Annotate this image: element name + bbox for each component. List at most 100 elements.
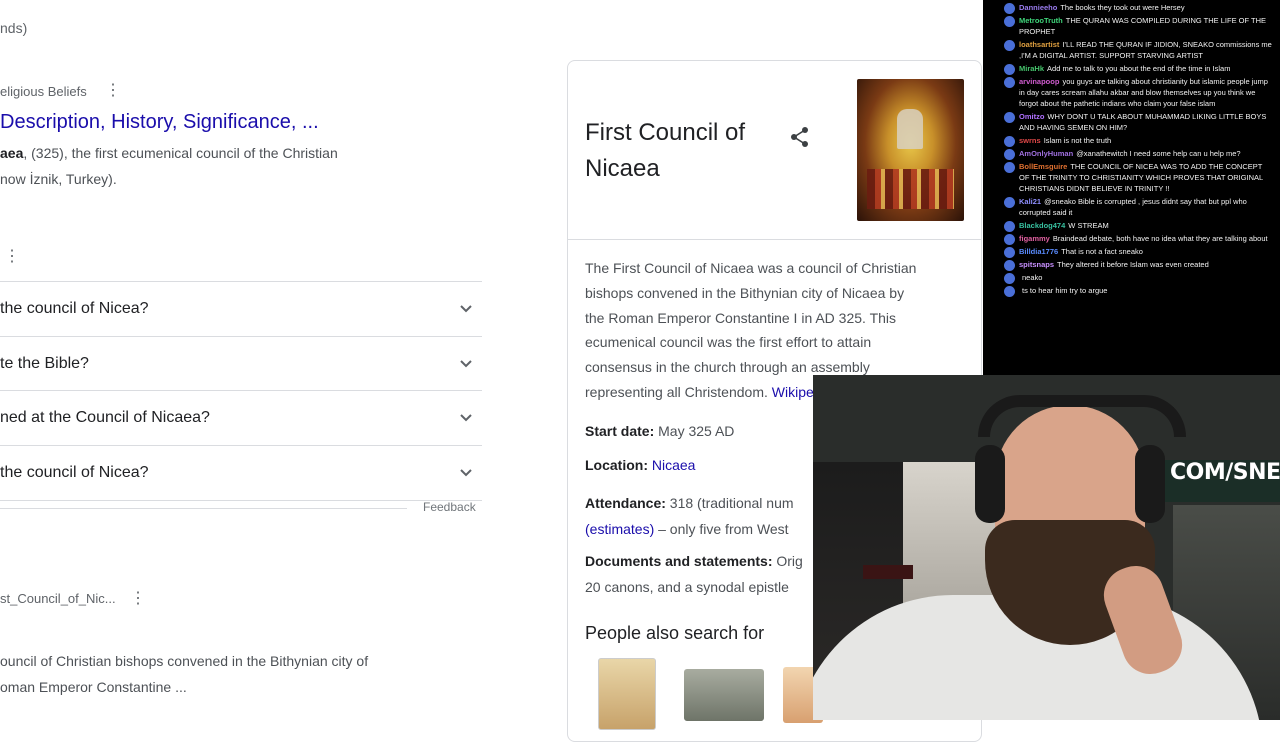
- paa-item[interactable]: the council of Nicea?: [0, 445, 482, 501]
- paa-item[interactable]: the council of Nicea?: [0, 281, 482, 336]
- share-icon[interactable]: [789, 126, 811, 148]
- chat-text: W STREAM: [1068, 221, 1109, 230]
- webcam-feed: COM/SNEAKO: [813, 375, 1280, 720]
- paa-item[interactable]: te the Bible?: [0, 336, 482, 391]
- result-source[interactable]: st_Council_of_Nic...: [0, 591, 116, 606]
- headphone-cup: [1135, 445, 1165, 523]
- fact-value: – only five from West: [658, 521, 789, 537]
- fact-start-date: Start date: May 325 AD: [585, 423, 734, 439]
- chat-username[interactable]: AmOnlyHuman: [1019, 149, 1073, 158]
- result-source[interactable]: eligious Beliefs: [0, 84, 87, 99]
- chat-text: Braindead debate, both have no idea what…: [1052, 234, 1268, 243]
- paa-question: te the Bible?: [0, 355, 89, 372]
- chat-username[interactable]: Blackdog474: [1019, 221, 1065, 230]
- chat-message-list: Dannieeho The books they took out were He…: [983, 0, 1280, 297]
- user-avatar-icon[interactable]: [1004, 3, 1015, 14]
- desc-line: the Roman Emperor Constantine I in AD 32…: [585, 309, 897, 326]
- chat-message: MetrooTruth THE QURAN WAS COMPILED DURING…: [983, 15, 1280, 37]
- fact-value: Orig: [776, 553, 803, 569]
- divider: [0, 508, 407, 509]
- chat-username[interactable]: loathsartist: [1019, 40, 1059, 49]
- user-avatar-icon[interactable]: [1004, 64, 1015, 75]
- chat-message: neako: [983, 272, 1280, 284]
- feedback-link[interactable]: Feedback: [423, 500, 476, 514]
- user-avatar-icon[interactable]: [1004, 149, 1015, 160]
- people-also-search-heading: People also search for: [585, 623, 765, 643]
- chat-text: They altered it before Islam was even cr…: [1057, 260, 1209, 269]
- user-avatar-icon[interactable]: [1004, 136, 1015, 147]
- user-avatar-icon[interactable]: [1004, 247, 1015, 258]
- snippet-line2: oman Emperor Constantine ...: [0, 679, 187, 695]
- paa-item[interactable]: ned at the Council of Nicaea?: [0, 390, 482, 445]
- desc-line: bishops convened in the Bithynian city o…: [585, 284, 905, 301]
- chevron-down-icon: [460, 414, 472, 422]
- user-avatar-icon[interactable]: [1004, 16, 1015, 27]
- related-thumbnail[interactable]: [684, 669, 764, 721]
- estimates-link[interactable]: (estimates): [585, 521, 654, 537]
- chat-username[interactable]: Billdia1776: [1019, 247, 1058, 256]
- chevron-down-icon: [460, 469, 472, 477]
- chat-username[interactable]: MiraHk: [1019, 64, 1044, 73]
- snippet-line2: now İznik, Turkey).: [0, 171, 117, 187]
- user-avatar-icon[interactable]: [1004, 40, 1015, 51]
- location-link[interactable]: Nicaea: [652, 457, 696, 473]
- chat-text: neako: [1022, 273, 1043, 282]
- user-avatar-icon[interactable]: [1004, 286, 1015, 297]
- chat-username[interactable]: MetrooTruth: [1019, 16, 1063, 25]
- chat-username[interactable]: figammy: [1019, 234, 1050, 243]
- paa-question: the council of Nicea?: [0, 464, 149, 481]
- chat-message: MiraHk Add me to talk to you about the en…: [983, 63, 1280, 75]
- chat-username[interactable]: Kali21: [1019, 197, 1041, 206]
- user-avatar-icon[interactable]: [1004, 260, 1015, 271]
- user-avatar-icon[interactable]: [1004, 273, 1015, 284]
- user-avatar-icon[interactable]: [1004, 112, 1015, 123]
- overlay-url-text: COM/SNEAKO: [1170, 460, 1280, 485]
- snippet-line1: ouncil of Christian bishops convened in …: [0, 653, 369, 669]
- headphones-band: [978, 395, 1186, 437]
- kp-title-line2: Nicaea: [585, 155, 660, 182]
- chat-username[interactable]: swrns: [1019, 136, 1041, 145]
- chat-text: Islam is not the truth: [1043, 136, 1112, 145]
- chat-text: WHY DONT U TALK ABOUT MUHAMMAD LIKING LI…: [1019, 112, 1267, 132]
- council-icon-image[interactable]: [857, 79, 964, 221]
- chat-message: Blackdog474 W STREAM: [983, 220, 1280, 232]
- user-avatar-icon[interactable]: [1004, 77, 1015, 88]
- chat-username[interactable]: spitsnaps: [1019, 260, 1054, 269]
- chat-username[interactable]: arvinapoop: [1019, 77, 1059, 86]
- chat-text: That is not a fact sneako: [1061, 247, 1143, 256]
- user-avatar-icon[interactable]: [1004, 197, 1015, 208]
- fact-value: May 325 AD: [658, 423, 735, 439]
- chat-message: spitsnaps They altered it before Islam wa…: [983, 259, 1280, 271]
- divider: [568, 239, 981, 240]
- chat-text: @sneako Bible is corrupted , jesus didnt…: [1019, 197, 1247, 217]
- more-options-icon[interactable]: ⋮: [4, 249, 20, 265]
- more-options-icon[interactable]: ⋮: [130, 591, 146, 607]
- user-avatar-icon[interactable]: [1004, 162, 1015, 173]
- chat-username[interactable]: Omitzo: [1019, 112, 1044, 121]
- paa-question: the council of Nicea?: [0, 300, 149, 317]
- chevron-down-icon: [460, 360, 472, 368]
- result-snippet: aea, (325), the first ecumenical council…: [0, 140, 338, 192]
- chat-username[interactable]: BollEmsguire: [1019, 162, 1067, 171]
- chat-message: ts to hear him try to argue: [983, 285, 1280, 297]
- fact-label: Location:: [585, 457, 648, 473]
- stream-chat-panel: Dannieeho The books they took out were He…: [983, 0, 1280, 412]
- paa-question: ned at the Council of Nicaea?: [0, 409, 210, 426]
- user-avatar-icon[interactable]: [1004, 221, 1015, 232]
- chat-username[interactable]: Dannieeho: [1019, 3, 1057, 12]
- desc-line: representing all Christendom.: [585, 383, 768, 400]
- fact-label: Start date:: [585, 423, 655, 439]
- fact-attendance: Attendance: 318 (traditional num (estima…: [585, 490, 794, 542]
- related-thumbnail[interactable]: [598, 658, 656, 730]
- chat-message: swrns Islam is not the truth: [983, 135, 1280, 147]
- more-options-icon[interactable]: ⋮: [105, 83, 121, 99]
- fact-label: Attendance:: [585, 495, 666, 511]
- user-avatar-icon[interactable]: [1004, 234, 1015, 245]
- desc-line: The First Council of Nicaea was a counci…: [585, 260, 917, 276]
- chat-message: Kali21 @sneako Bible is corrupted , jesus…: [983, 196, 1280, 218]
- chevron-down-icon: [460, 305, 472, 313]
- fact-value: 20 canons, and a synodal epistle: [585, 579, 789, 595]
- kp-title: First Council of Nicaea: [585, 115, 745, 187]
- chat-message: Dannieeho The books they took out were He…: [983, 2, 1280, 14]
- result-title-link[interactable]: Description, History, Significance, ...: [0, 111, 319, 134]
